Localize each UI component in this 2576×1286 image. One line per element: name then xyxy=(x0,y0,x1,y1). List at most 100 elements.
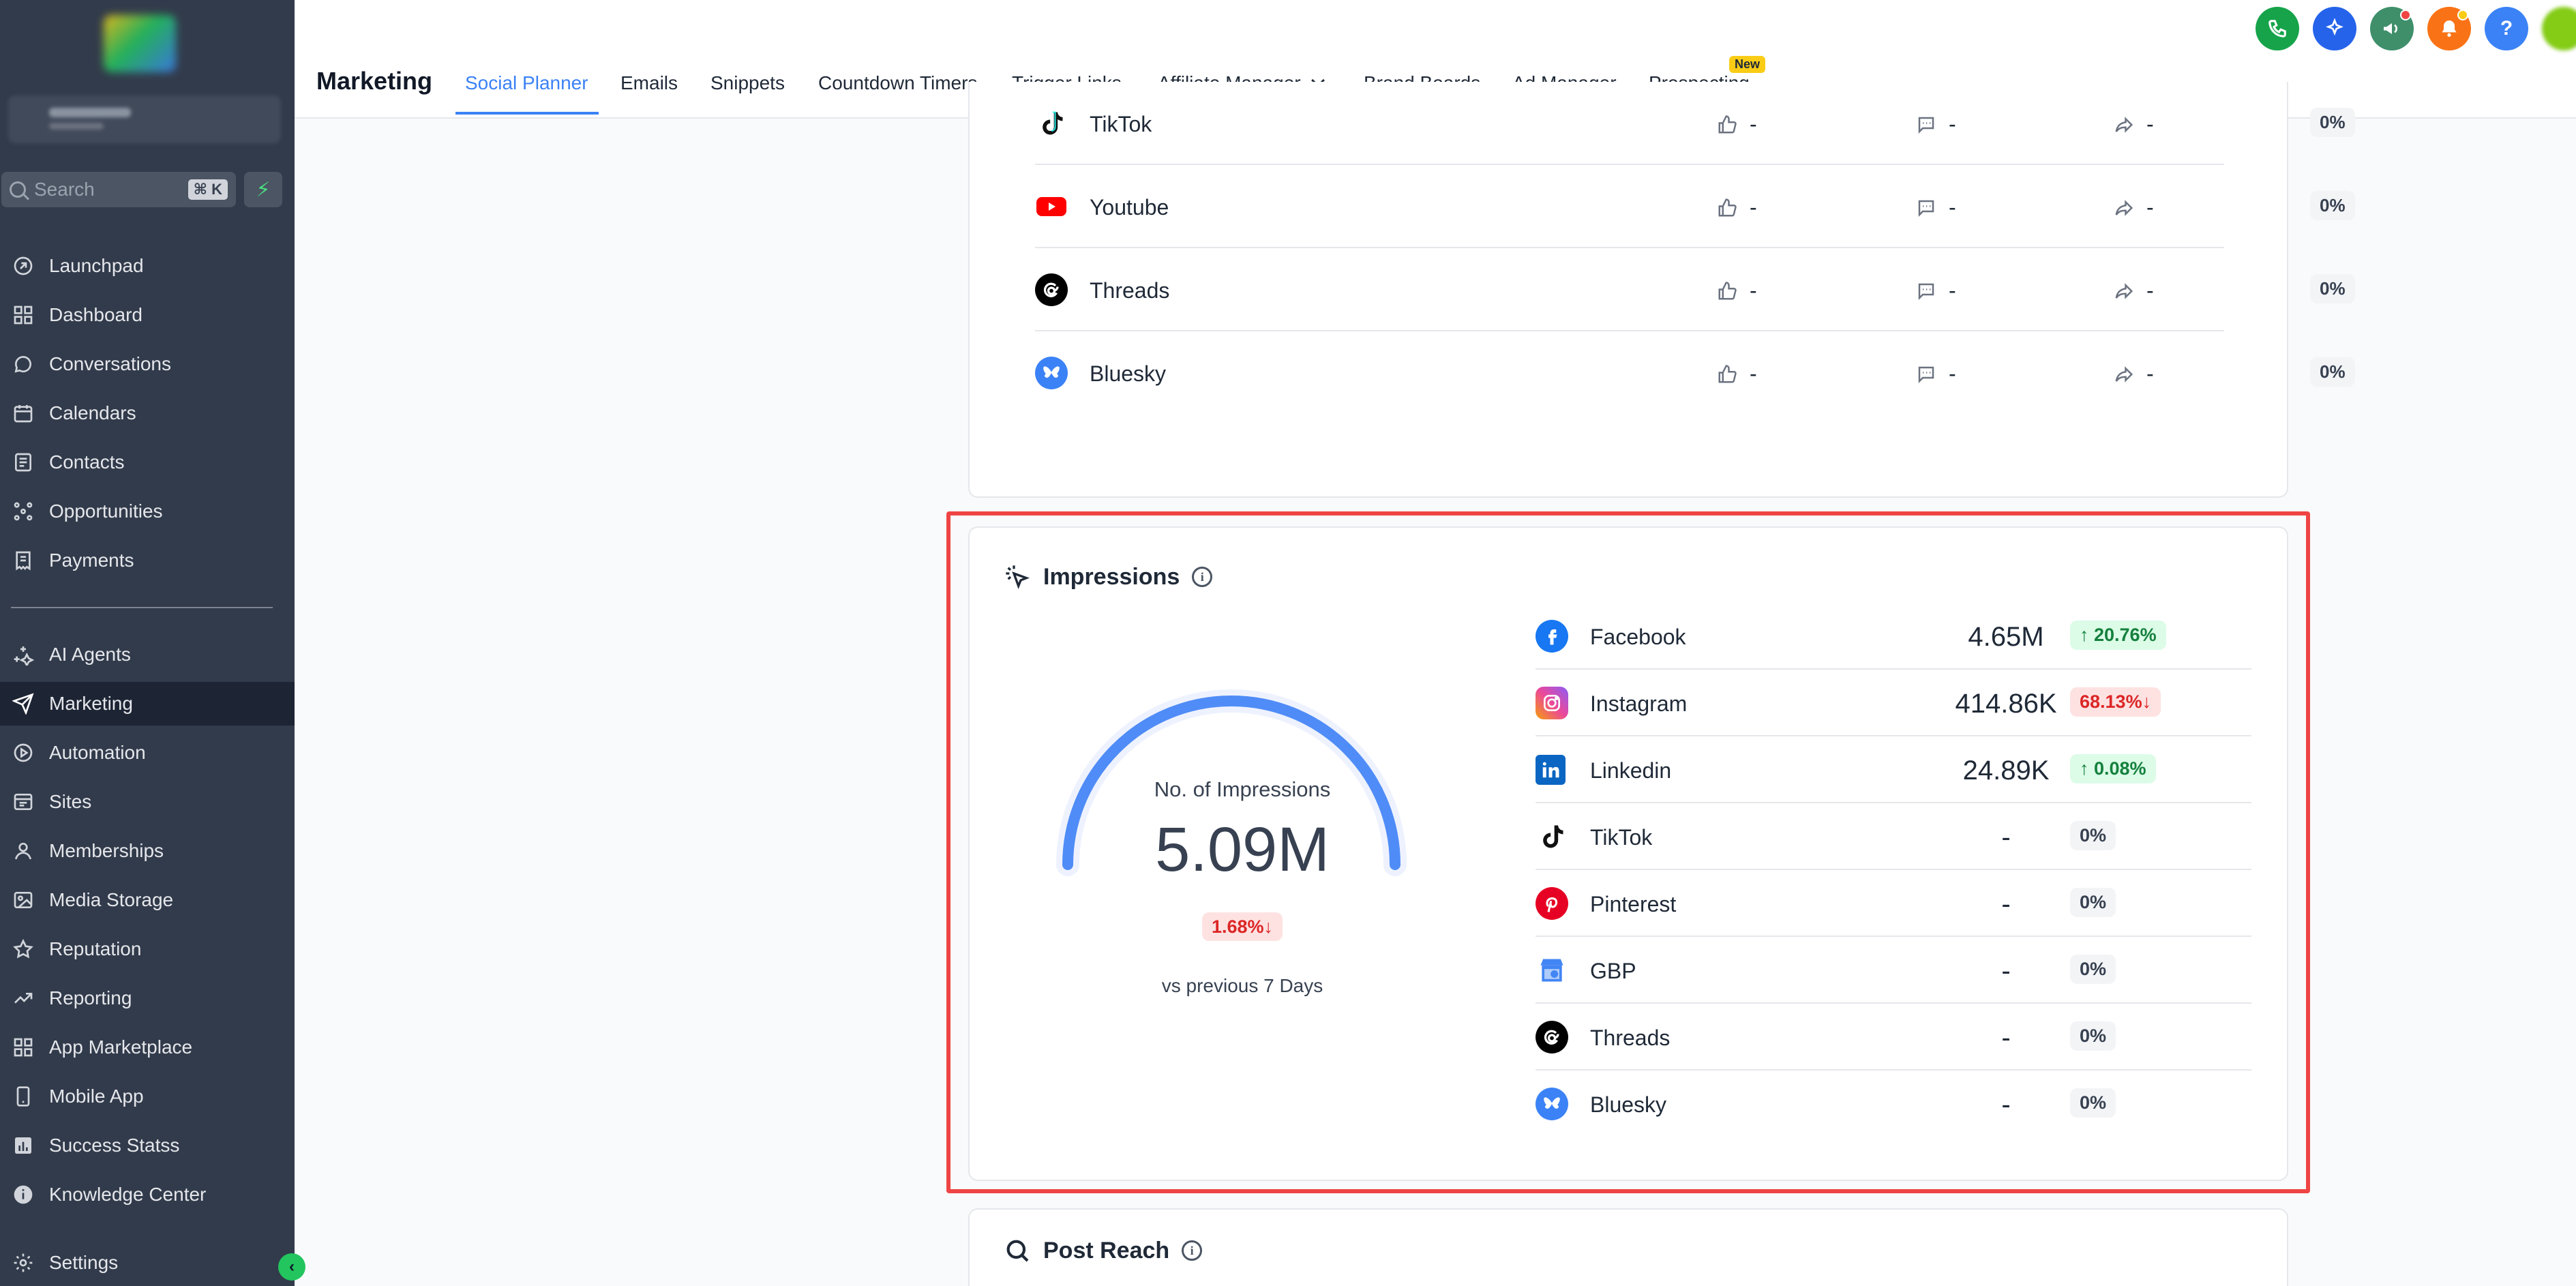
sidebar-item-settings[interactable]: Settings xyxy=(0,1241,295,1285)
tab-snippets[interactable]: Snippets xyxy=(710,72,785,94)
likes-metric: - xyxy=(1717,278,1757,303)
tab-countdown-timers[interactable]: Countdown Timers xyxy=(818,72,977,94)
help-icon: ? xyxy=(2500,17,2513,40)
sidebar-divider xyxy=(11,607,273,608)
sidebar-item-launchpad[interactable]: Launchpad xyxy=(0,244,295,288)
engagement-rate-badge: 0% xyxy=(2310,274,2355,303)
search-input[interactable]: Search ⌘ K xyxy=(1,172,236,207)
help-button[interactable]: ? xyxy=(2485,7,2528,50)
receipt-icon xyxy=(11,548,35,573)
impressions-value: 414.86K xyxy=(1955,689,2057,719)
sidebar-item-dashboard[interactable]: Dashboard xyxy=(0,293,295,337)
sidebar-item-sites[interactable]: Sites xyxy=(0,780,295,824)
magnifier-icon xyxy=(1006,1240,1029,1262)
sparkle-icon xyxy=(11,642,35,667)
sidebar-item-calendars[interactable]: Calendars xyxy=(0,391,295,435)
sidebar-item-label: Contacts xyxy=(49,451,125,473)
thumbs-up-icon xyxy=(1718,281,1737,299)
info-icon[interactable]: i xyxy=(1182,1240,1203,1261)
chat-icon xyxy=(11,352,35,376)
sidebar-item-app-marketplace[interactable]: App Marketplace xyxy=(0,1026,295,1069)
sidebar-item-mobile-app[interactable]: Mobile App xyxy=(0,1075,295,1118)
table-row: Linkedin 24.89K ↑ 0.08% xyxy=(1536,736,2251,803)
total-change-wrapper: 1.68%↓ xyxy=(970,912,1515,941)
tab-social-planner[interactable]: Social Planner xyxy=(465,72,588,94)
sidebar-item-memberships[interactable]: Memberships xyxy=(0,829,295,873)
post-reach-header: Post Reach i xyxy=(1004,1237,1203,1264)
sidebar-item-marketing[interactable]: Marketing xyxy=(0,682,295,726)
share-icon xyxy=(2115,199,2133,216)
company-logo[interactable] xyxy=(104,15,176,72)
sidebar-item-label: App Marketplace xyxy=(49,1036,193,1058)
tiktok-icon xyxy=(1536,820,1568,853)
comment-icon xyxy=(1918,283,1934,300)
sidebar-item-label: Knowledge Center xyxy=(49,1184,207,1205)
platform-name: Threads xyxy=(1090,278,1170,303)
chevron-left-icon: ‹ xyxy=(289,1257,295,1276)
sidebar-item-label: Payments xyxy=(49,550,134,571)
sidebar-item-knowledge-center[interactable]: Knowledge Center xyxy=(0,1173,295,1216)
impressions-value: - xyxy=(2001,889,2011,919)
engagement-rate-badge: 0% xyxy=(2310,357,2355,387)
facebook-icon xyxy=(1536,620,1568,653)
bluesky-icon xyxy=(1035,357,1068,389)
sidebar-item-label: Mobile App xyxy=(49,1086,144,1107)
notification-dot xyxy=(2400,10,2411,20)
table-row: Facebook 4.65M ↑ 20.76% xyxy=(1536,603,2251,670)
sidebar-item-success-statss[interactable]: Success Statss xyxy=(0,1124,295,1167)
notifications-button[interactable] xyxy=(2427,7,2471,50)
quick-actions-button[interactable]: ⚡ xyxy=(244,172,282,207)
sidebar-item-opportunities[interactable]: Opportunities xyxy=(0,490,295,533)
sidebar-item-label: Conversations xyxy=(49,353,171,374)
share-icon xyxy=(2115,365,2133,383)
sidebar-item-media-storage[interactable]: Media Storage xyxy=(0,878,295,922)
linkedin-icon xyxy=(1536,755,1566,785)
tab-emails[interactable]: Emails xyxy=(620,72,678,94)
share-icon xyxy=(2115,282,2133,299)
collapse-sidebar-button[interactable]: ‹ xyxy=(278,1253,305,1281)
impressions-value: - xyxy=(2001,956,2011,986)
user-avatar[interactable] xyxy=(2542,7,2576,50)
platform-name: Facebook xyxy=(1590,625,1686,649)
change-badge: 0% xyxy=(2070,1021,2116,1051)
shares-metric: - xyxy=(2114,195,2154,220)
pinterest-icon xyxy=(1536,887,1568,920)
announcements-button[interactable] xyxy=(2370,7,2414,50)
sidebar-item-label: Reporting xyxy=(49,987,132,1008)
tiktok-icon xyxy=(1035,107,1068,140)
likes-value: - xyxy=(1750,278,1757,303)
sidebar-item-reputation[interactable]: Reputation xyxy=(0,927,295,971)
likes-value: - xyxy=(1750,195,1757,220)
sidebar-item-label: Marketing xyxy=(49,693,133,714)
sidebar-item-conversations[interactable]: Conversations xyxy=(0,342,295,386)
comments-value: - xyxy=(1949,278,1956,303)
sidebar-item-payments[interactable]: Payments xyxy=(0,539,295,582)
ai-assistant-button[interactable] xyxy=(2313,7,2356,50)
comments-value: - xyxy=(1949,195,1956,220)
account-switcher[interactable] xyxy=(8,95,281,143)
page-title: Marketing xyxy=(316,67,433,95)
total-change-badge: 1.68%↓ xyxy=(1201,912,1283,941)
shares-value: - xyxy=(2146,361,2154,386)
sidebar-item-reporting[interactable]: Reporting xyxy=(0,976,295,1020)
comment-icon xyxy=(1918,200,1934,217)
sidebar-item-automation[interactable]: Automation xyxy=(0,731,295,775)
phone-button[interactable] xyxy=(2256,7,2299,50)
info-icon[interactable]: i xyxy=(1192,567,1213,587)
sidebar-item-contacts[interactable]: Contacts xyxy=(0,440,295,484)
sidebar-item-ai-agents[interactable]: AI Agents xyxy=(0,633,295,676)
platform-name: GBP xyxy=(1590,959,1636,983)
impressions-card: Impressions i No. of Impressions 5.09M 1… xyxy=(968,526,2288,1181)
threads-icon xyxy=(1536,1021,1568,1053)
search-shortcut: ⌘ K xyxy=(188,179,228,200)
platform-name: Bluesky xyxy=(1590,1092,1667,1117)
sidebar-item-label: Calendars xyxy=(49,402,136,423)
comments-value: - xyxy=(1949,361,1956,386)
calendar-icon xyxy=(11,401,35,425)
notification-dot xyxy=(2457,10,2468,20)
sidebar-item-label: AI Agents xyxy=(49,644,131,665)
send-icon xyxy=(11,691,35,716)
sidebar-item-label: Memberships xyxy=(49,840,164,861)
sites-icon xyxy=(11,790,35,814)
sidebar-item-label: Settings xyxy=(49,1252,119,1273)
